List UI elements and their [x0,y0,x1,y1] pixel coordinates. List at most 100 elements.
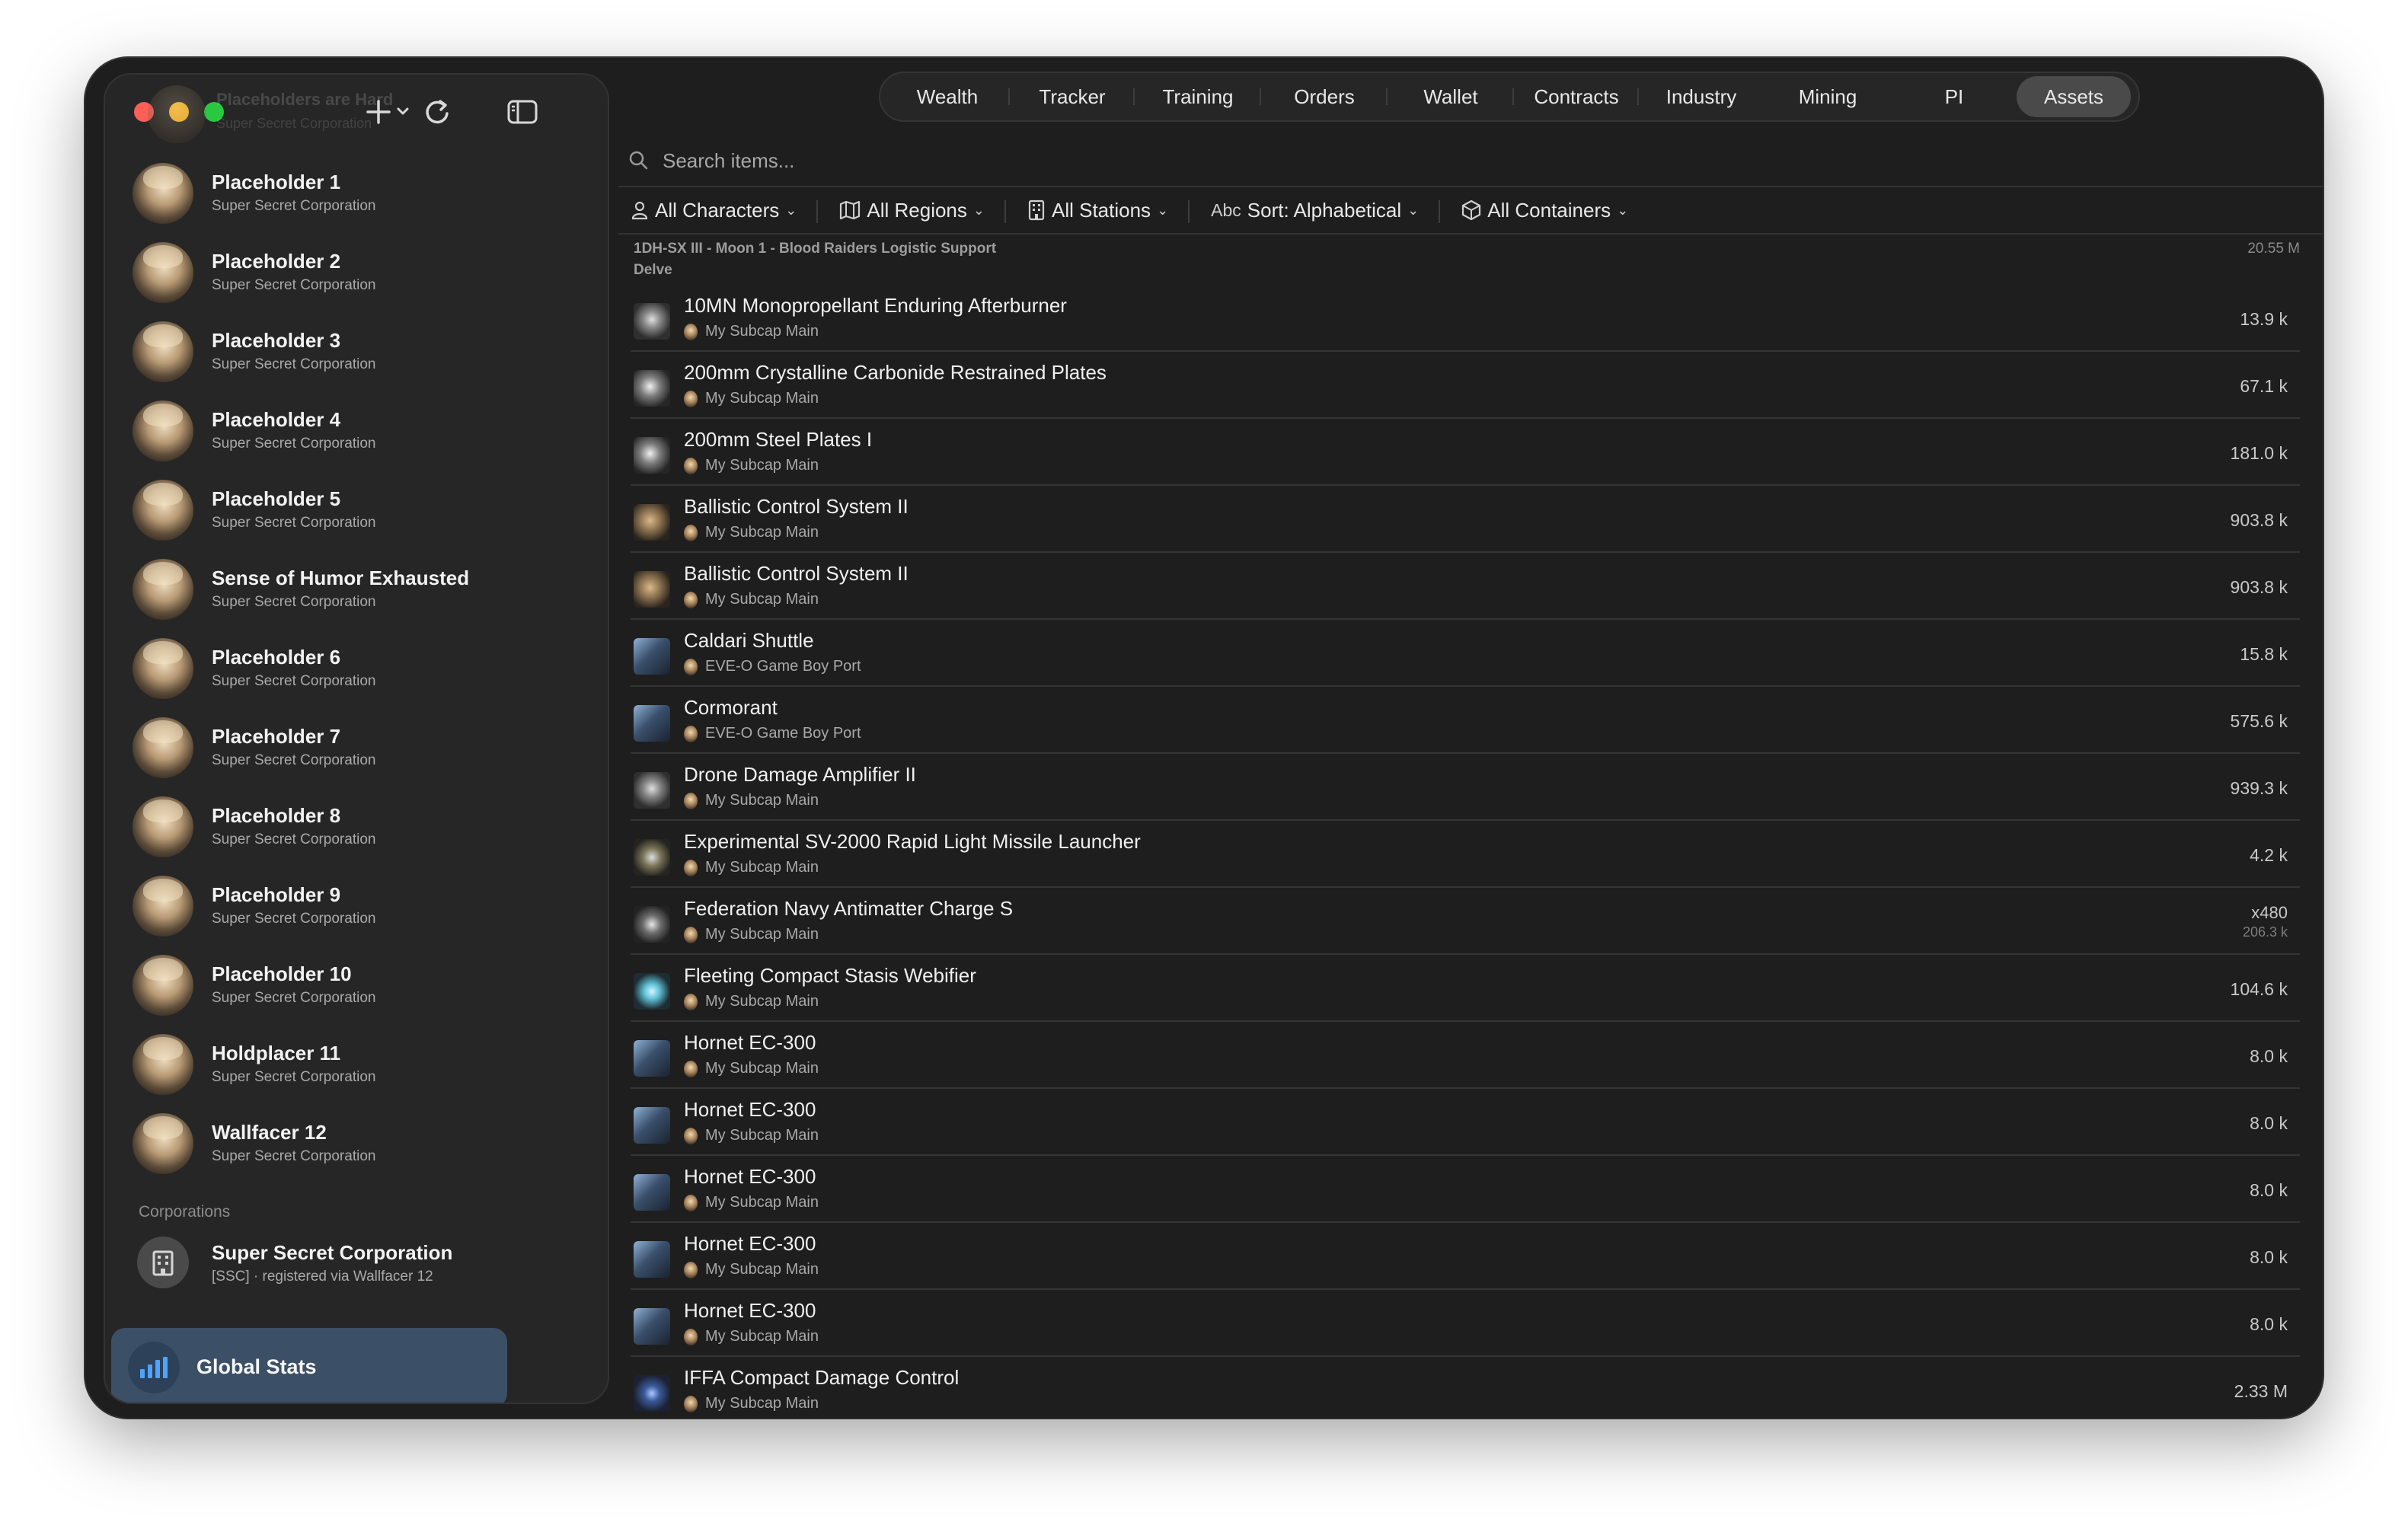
owner-avatar [684,1194,698,1211]
owner-avatar [684,859,698,876]
asset-row[interactable]: Hornet EC-300 My Subcap Main 8.0 k [631,1223,2300,1290]
tab-tracker[interactable]: Tracker [1010,76,1135,117]
tab-wallet[interactable]: Wallet [1388,76,1514,117]
character-item[interactable]: Placeholder 5 Super Secret Corporation [105,469,608,548]
sidebar: Placeholders are Hard Super Secret Corpo… [104,73,609,1404]
item-owner: My Subcap Main [684,993,819,1010]
asset-row[interactable]: Federation Navy Antimatter Charge S My Su… [631,888,2300,955]
filter-regions[interactable]: All Regions ⌄ [818,198,1006,223]
avatar [133,242,193,303]
character-corp: Super Secret Corporation [212,990,376,1006]
item-value: 67.1 k [2240,376,2288,396]
asset-row[interactable]: Fleeting Compact Stasis Webifier My Subca… [631,955,2300,1022]
box-icon [1462,199,1481,221]
scrolled-character-corp: Super Secret Corporation [216,116,372,131]
toggle-sidebar-button[interactable] [501,94,544,129]
item-owner: My Subcap Main [684,323,819,340]
asset-row[interactable]: Experimental SV-2000 Rapid Light Missile… [631,821,2300,888]
asset-row[interactable]: Ballistic Control System II My Subcap Mai… [631,486,2300,553]
character-item[interactable]: Placeholder 7 Super Secret Corporation [105,707,608,786]
asset-row[interactable]: 200mm Steel Plates I My Subcap Main 181.0 … [631,419,2300,486]
character-item[interactable]: Placeholder 3 Super Secret Corporation [105,311,608,390]
asset-row[interactable]: Hornet EC-300 My Subcap Main 8.0 k [631,1156,2300,1223]
tab-bar: Wealth Tracker Training Orders Wallet Co… [879,72,2140,122]
location-header[interactable]: 1DH-SX III - Moon 1 - Blood Raiders Logi… [618,236,2323,285]
character-item[interactable]: Placeholder 10 Super Secret Corporation [105,944,608,1023]
asset-row[interactable]: Ballistic Control System II My Subcap Mai… [631,553,2300,620]
refresh-icon [426,100,449,124]
item-owner-name: My Subcap Main [705,1194,819,1211]
item-name: Cormorant [684,696,778,719]
asset-row[interactable]: IFFA Compact Damage Control My Subcap Mai… [631,1357,2300,1418]
corporation-building-icon [137,1237,189,1288]
item-name: Experimental SV-2000 Rapid Light Missile… [684,830,1141,853]
item-value: 104.6 k [2230,979,2288,999]
asset-row[interactable]: 200mm Crystalline Carbonide Restrained P… [631,352,2300,419]
asset-row[interactable]: 10MN Monopropellant Enduring Afterburner… [631,285,2300,352]
item-owner-name: EVE-O Game Boy Port [705,725,861,742]
global-stats-button[interactable]: Global Stats [111,1328,507,1403]
character-item[interactable]: Placeholder 6 Super Secret Corporation [105,627,608,707]
tab-wealth[interactable]: Wealth [885,76,1010,117]
character-corp: Super Secret Corporation [212,277,376,293]
character-item[interactable]: Placeholder 2 Super Secret Corporation [105,231,608,311]
item-name: Fleeting Compact Stasis Webifier [684,964,976,987]
item-owner: My Subcap Main [684,1060,819,1077]
filter-characters[interactable]: All Characters ⌄ [618,199,819,223]
sort-label: Sort: Alphabetical [1247,198,1402,222]
refresh-button[interactable] [416,94,458,129]
character-item[interactable]: Wallfacer 12 Super Secret Corporation [105,1103,608,1182]
character-item[interactable]: Placeholder 9 Super Secret Corporation [105,865,608,944]
tab-pi[interactable]: PI [1892,76,2017,117]
global-stats-label: Global Stats [196,1355,317,1378]
character-corp: Super Secret Corporation [212,673,376,689]
item-value: 903.8 k [2230,577,2288,597]
character-name: Placeholder 7 [212,725,341,748]
filter-regions-label: All Regions [867,198,967,222]
item-owner: My Subcap Main [684,859,819,876]
asset-row[interactable]: Cormorant EVE-O Game Boy Port 575.6 k [631,687,2300,754]
item-owner: My Subcap Main [684,1127,819,1144]
asset-row[interactable]: Caldari Shuttle EVE-O Game Boy Port 15.8 k [631,620,2300,687]
sort-dropdown[interactable]: Abc Sort: Alphabetical ⌄ [1190,198,1441,223]
character-item[interactable]: Placeholder 8 Super Secret Corporation [105,786,608,865]
asset-row[interactable]: Drone Damage Amplifier II My Subcap Main 9… [631,754,2300,821]
item-owner-name: My Subcap Main [705,859,819,876]
owner-avatar [684,457,698,474]
character-item[interactable]: Sense of Humor Exhausted Super Secret Cor… [105,548,608,627]
tab-industry[interactable]: Industry [1639,76,1764,117]
avatar [133,321,193,382]
tab-mining[interactable]: Mining [1764,76,1892,117]
corporation-item[interactable]: Super Secret Corporation [SSC] · registe… [105,1224,608,1301]
character-name: Placeholder 6 [212,646,341,669]
asset-row[interactable]: Hornet EC-300 My Subcap Main 8.0 k [631,1290,2300,1357]
asset-row[interactable]: Hornet EC-300 My Subcap Main 8.0 k [631,1022,2300,1089]
item-name: Ballistic Control System II [684,495,909,518]
item-value: 8.0 k [2250,1247,2288,1267]
tab-contracts[interactable]: Contracts [1514,76,1639,117]
item-owner-name: My Subcap Main [705,1261,819,1278]
filter-containers[interactable]: All Containers ⌄ [1440,199,1650,222]
item-value: 903.8 k [2230,510,2288,530]
item-name: 200mm Steel Plates I [684,428,873,451]
character-item[interactable]: Placeholder 1 Super Secret Corporation [105,152,608,231]
chevron-down-icon: ⌄ [1617,202,1629,218]
character-name: Placeholder 4 [212,408,341,431]
tab-assets[interactable]: Assets [2017,76,2131,117]
character-name: Placeholder 8 [212,804,341,827]
item-owner: My Subcap Main [684,1395,819,1412]
corporation-sub: [SSC] · registered via Wallfacer 12 [212,1269,433,1285]
character-item[interactable]: Holdplacer 11 Super Secret Corporation [105,1023,608,1103]
tab-training[interactable]: Training [1135,76,1261,117]
character-item[interactable]: Placeholder 4 Super Secret Corporation [105,390,608,469]
item-name: Ballistic Control System II [684,562,909,585]
tab-orders[interactable]: Orders [1261,76,1388,117]
asset-row[interactable]: Hornet EC-300 My Subcap Main 8.0 k [631,1089,2300,1156]
add-character-button[interactable] [364,94,417,129]
character-name: Holdplacer 11 [212,1042,341,1064]
filter-stations[interactable]: All Stations ⌄ [1006,199,1190,223]
item-owner: My Subcap Main [684,1194,819,1211]
item-value: 8.0 k [2250,1314,2288,1334]
search-input[interactable] [661,143,2263,178]
app-window: Placeholders are Hard Super Secret Corpo… [85,58,2323,1418]
